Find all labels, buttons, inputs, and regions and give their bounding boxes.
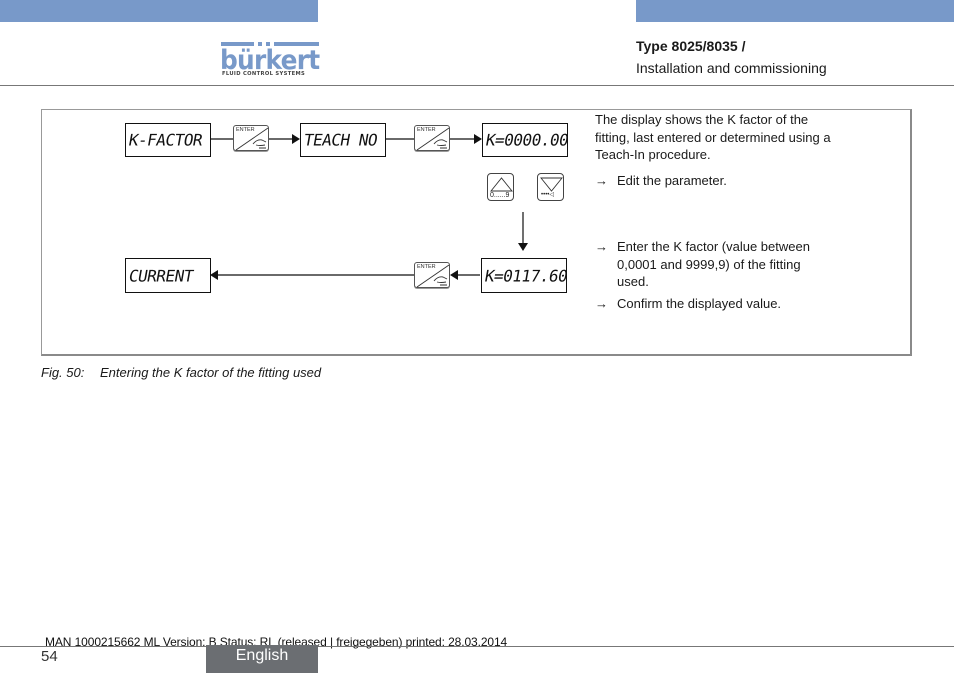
description-intro: The display shows the K factor of the fi… xyxy=(595,112,831,162)
document-type: Type 8025/8035 / xyxy=(636,38,746,54)
enter-key: ENTER xyxy=(233,125,269,151)
display-text: K=0117.60 xyxy=(483,266,569,285)
step-text: Enter the K factor (value between 0,0001… xyxy=(617,239,810,289)
display-teach-no: TEACH NO xyxy=(300,123,386,157)
display-k-entered: K=0117.60 xyxy=(481,258,569,293)
header-divider xyxy=(0,85,954,86)
logo-tagline: FLUID CONTROL SYSTEMS xyxy=(222,71,306,77)
step-enter: → Enter the K factor (value between 0,000… xyxy=(595,238,835,291)
arrow-icon: → xyxy=(595,173,608,188)
display-k-initial: K=0000.00 xyxy=(482,123,570,157)
enter-key: ENTER xyxy=(414,262,450,288)
step-text: Edit the parameter. xyxy=(617,173,727,188)
display-text: K-FACTOR xyxy=(127,130,204,150)
arrow-icon: → xyxy=(595,296,608,311)
display-text: TEACH NO xyxy=(302,130,379,150)
header-accent-bar-right xyxy=(636,0,954,22)
display-current: CURRENT xyxy=(125,258,211,293)
down-key-sublabel: ••••◁ xyxy=(541,192,555,198)
figure-caption-label: Fig. 50: xyxy=(41,365,85,380)
language-tab: English xyxy=(206,645,318,673)
enter-hand-icon xyxy=(416,264,450,288)
burkert-logo: bürkert FLUID CONTROL SYSTEMS xyxy=(220,42,320,78)
page-number: 54 xyxy=(41,648,58,665)
enter-hand-icon xyxy=(235,127,269,151)
display-text: CURRENT xyxy=(127,266,195,285)
figure-caption: Fig. 50: Entering the K factor of the fit… xyxy=(41,365,321,380)
step-text: Confirm the displayed value. xyxy=(617,296,782,311)
step-confirm: → Confirm the displayed value. xyxy=(595,295,855,313)
display-k-factor: K-FACTOR xyxy=(125,123,211,157)
step-edit: → Edit the parameter. xyxy=(595,172,855,190)
figure-caption-text: Entering the K factor of the fitting use… xyxy=(100,365,322,380)
document-section: Installation and commissioning xyxy=(636,60,827,76)
enter-hand-icon xyxy=(416,127,450,151)
footer-divider xyxy=(0,646,954,647)
down-key: ••••◁ xyxy=(537,173,564,201)
up-key-sublabel: 0......9 xyxy=(490,192,510,199)
arrow-icon: → xyxy=(595,239,608,254)
up-key: 0......9 xyxy=(487,173,514,201)
enter-key: ENTER xyxy=(414,125,450,151)
display-text: K=0000.00 xyxy=(484,130,570,150)
header-accent-bar-left xyxy=(0,0,318,22)
